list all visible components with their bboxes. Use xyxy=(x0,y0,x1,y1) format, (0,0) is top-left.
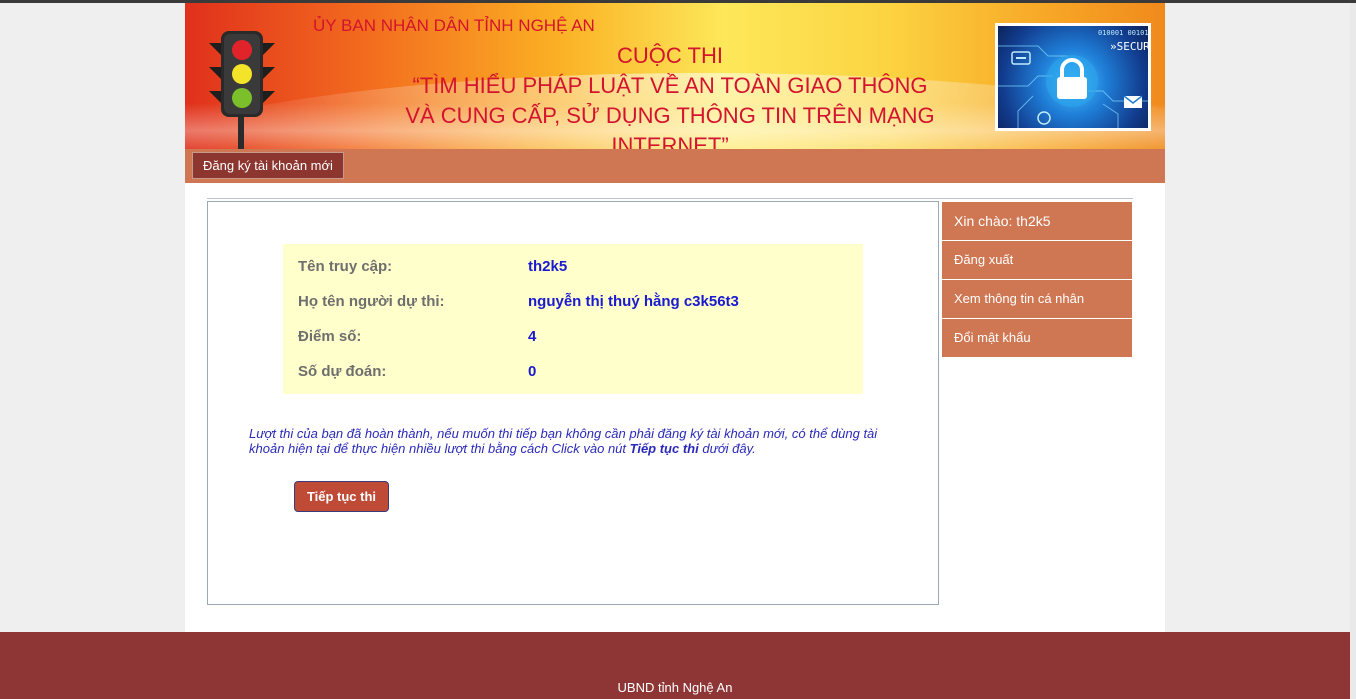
info-value: 0 xyxy=(528,363,537,380)
svg-text:010001 00101: 010001 00101 xyxy=(1098,29,1148,37)
result-panel: Tên truy cập: th2k5 Họ tên người dự thi:… xyxy=(207,201,939,605)
footer-text: UBND tỉnh Nghệ An xyxy=(617,680,733,695)
contest-title-line2: “TÌM HIỂU PHÁP LUẬT VỀ AN TOÀN GIAO THÔN… xyxy=(412,73,928,98)
government-name: ỦY BAN NHÂN DÂN TỈNH NGHỆ AN xyxy=(313,16,595,35)
divider xyxy=(207,198,1133,199)
traffic-light-icon xyxy=(209,31,275,149)
info-value: 4 xyxy=(528,328,537,345)
padlock-icon: »SECUR 010001 00101 xyxy=(998,29,1148,128)
completion-notice: Lượt thi của bạn đã hoàn thành, nếu muốn… xyxy=(249,426,878,456)
info-label: Điểm số: xyxy=(298,328,362,345)
contest-title: CUỘC THI “TÌM HIỂU PHÁP LUẬT VỀ AN TOÀN … xyxy=(345,41,995,149)
user-sidebar: Xin chào: th2k5 Đăng xuất Xem thông tin … xyxy=(942,202,1132,358)
info-value: nguyễn thị thuý hằng c3k56t3 xyxy=(528,293,739,310)
security-banner-image: »SECUR 010001 00101 xyxy=(995,23,1151,131)
register-account-button[interactable]: Đăng ký tài khoản mới xyxy=(192,152,344,179)
contest-title-line1: CUỘC THI xyxy=(617,43,723,68)
header-banner: ỦY BAN NHÂN DÂN TỈNH NGHỆ AN CUỘC THI “T… xyxy=(185,3,1165,149)
page-scrollbar[interactable] xyxy=(1350,3,1356,699)
sidebar-item-change-password[interactable]: Đổi mật khẩu xyxy=(942,319,1132,357)
contest-title-line3: VÀ CUNG CẤP, SỬ DỤNG THÔNG TIN TRÊN MẠNG… xyxy=(405,103,935,149)
sidebar-item-profile[interactable]: Xem thông tin cá nhân xyxy=(942,280,1132,318)
contestant-info-box: Tên truy cập: th2k5 Họ tên người dự thi:… xyxy=(283,244,863,394)
info-label: Tên truy cập: xyxy=(298,258,393,275)
top-navbar: Đăng ký tài khoản mới xyxy=(185,149,1165,183)
info-label: Số dự đoán: xyxy=(298,363,387,380)
page-container: ỦY BAN NHÂN DÂN TỈNH NGHỆ AN CUỘC THI “T… xyxy=(185,3,1165,632)
sidebar-item-logout[interactable]: Đăng xuất xyxy=(942,241,1132,279)
svg-text:»SECUR: »SECUR xyxy=(1110,40,1148,53)
page-footer: UBND tỉnh Nghệ An xyxy=(0,632,1350,699)
info-label: Họ tên người dự thi: xyxy=(298,293,445,310)
continue-button[interactable]: Tiếp tục thi xyxy=(294,481,389,512)
info-value: th2k5 xyxy=(528,258,568,275)
sidebar-greeting: Xin chào: th2k5 xyxy=(942,202,1132,240)
